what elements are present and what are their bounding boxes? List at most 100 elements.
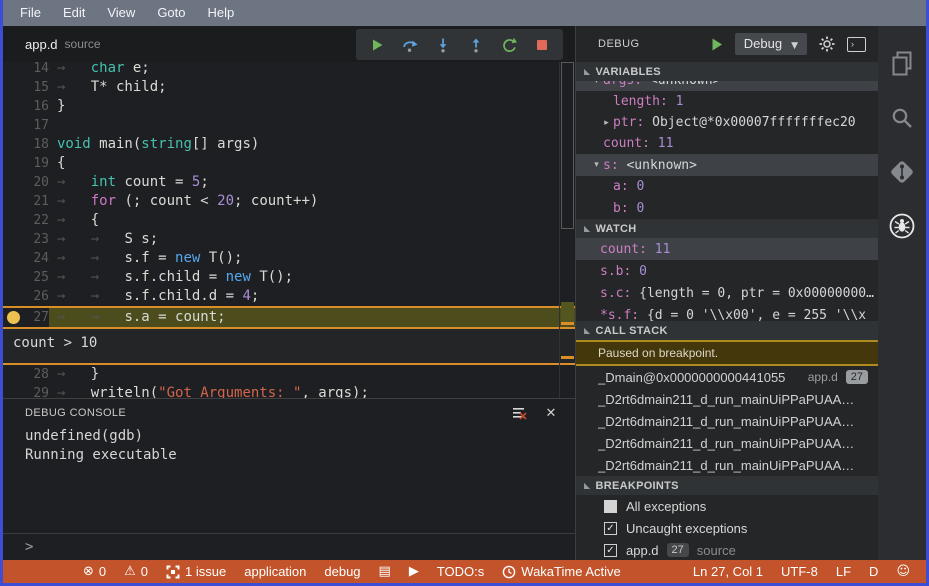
breakpoint-margin[interactable] — [3, 173, 23, 192]
code-line-16[interactable]: 16} — [3, 97, 575, 116]
open-console-icon[interactable]: › — [847, 36, 866, 52]
checkbox-checked[interactable]: ✓ — [604, 543, 617, 557]
start-debug-button[interactable] — [711, 38, 723, 51]
code-line-18[interactable]: 18 void main(string[] args) — [3, 135, 575, 154]
breakpoint-uncaught-exceptions[interactable]: ✓ Uncaught exceptions — [576, 517, 878, 539]
code-line-27[interactable]: 27 → → s.a = count; — [3, 306, 575, 329]
code-line-20[interactable]: 20 → int count = 5; — [3, 173, 575, 192]
variable-row-s[interactable]: ▾ s: <unknown> — [576, 154, 878, 176]
dub-configuration[interactable]: application — [244, 564, 306, 579]
watch-row-count[interactable]: count: 11 — [576, 238, 878, 260]
debug-console-repl-input[interactable]: > — [3, 533, 575, 560]
code-editor[interactable]: 14 → char e; 15 → T* child; 16} 17 18 void main… — [3, 62, 575, 398]
editor-scrollbar[interactable] — [559, 62, 575, 398]
watch-row-sf[interactable]: *s.f: {d = 0 '\\x00', e = 255 '\\x — [576, 304, 878, 322]
wakatime-status[interactable]: WakaTime Active — [502, 564, 621, 579]
code-line-14[interactable]: 14 → char e; — [3, 62, 575, 78]
code-line-19[interactable]: 19 { — [3, 154, 575, 173]
code-line-24[interactable]: 24 → → s.f = new T(); — [3, 249, 575, 268]
scrollbar-slider[interactable] — [561, 62, 574, 229]
breakpoint-margin[interactable] — [3, 135, 23, 154]
breakpoint-margin[interactable] — [3, 154, 23, 173]
breakpoint-margin[interactable] — [3, 287, 23, 306]
code-line-26[interactable]: 26 → → s.f.child.d = 4; — [3, 287, 575, 306]
debug-button-active[interactable] — [888, 212, 916, 240]
continue-button[interactable] — [368, 36, 386, 54]
breakpoint-margin[interactable] — [3, 230, 23, 249]
watch-row-sb[interactable]: s.b: 0 — [576, 260, 878, 282]
section-header-variables[interactable]: ◣ VARIABLES — [576, 62, 878, 81]
restart-button[interactable] — [500, 36, 518, 54]
variable-row-count[interactable]: count: 11 — [576, 133, 878, 154]
language-indicator[interactable]: D — [869, 564, 878, 579]
breakpoint-icon[interactable] — [7, 311, 20, 324]
tab-filename[interactable]: app.d — [25, 37, 58, 52]
breakpoint-margin[interactable] — [3, 97, 23, 116]
code-line-15[interactable]: 15 → T* child; — [3, 78, 575, 97]
section-header-watch[interactable]: ◣ WATCH — [576, 219, 878, 238]
menu-help[interactable]: Help — [197, 0, 246, 26]
code-line-17[interactable]: 17 — [3, 116, 575, 135]
code-line-22[interactable]: 22 → { — [3, 211, 575, 230]
breakpoint-margin[interactable] — [3, 78, 23, 97]
code-line-25[interactable]: 25 → → s.f.child = new T(); — [3, 268, 575, 287]
breakpoint-indicator[interactable] — [3, 308, 23, 327]
variable-row-a[interactable]: a: 0 — [576, 176, 878, 197]
breakpoint-margin[interactable] — [3, 249, 23, 268]
stack-frame[interactable]: _D2rt6dmain211_d_run_mainUiPPaPUAA… — [576, 388, 878, 410]
breakpoint-margin[interactable] — [3, 384, 23, 398]
source-control-button[interactable] — [888, 158, 916, 186]
code-line-29[interactable]: 29 → writeln("Got Arguments: ", args); — [3, 384, 575, 398]
configure-button[interactable] — [819, 36, 835, 52]
step-into-button[interactable] — [434, 36, 452, 54]
breakpoint-margin[interactable] — [3, 62, 23, 78]
stack-frame[interactable]: _D2rt6dmain211_d_run_mainUiPPaPUAA… — [576, 432, 878, 454]
breakpoint-appd[interactable]: ✓ app.d 27 source — [576, 539, 878, 560]
breakpoint-margin[interactable] — [3, 211, 23, 230]
menu-edit[interactable]: Edit — [52, 0, 96, 26]
variable-row-ptr[interactable]: ▸ ptr: Object@*0x00007fffffffec20 — [576, 112, 878, 133]
problems-errors[interactable]: ⊗ 0 — [83, 564, 106, 579]
stack-frame[interactable]: _D2rt6dmain211_d_run_mainUiPPaPUAA… — [576, 454, 878, 476]
cursor-position[interactable]: Ln 27, Col 1 — [693, 564, 763, 579]
watch-row-sc[interactable]: s.c: {length = 0, ptr = 0x00000000… — [576, 282, 878, 304]
breakpoint-all-exceptions[interactable]: All exceptions — [576, 495, 878, 517]
stack-frame[interactable]: _D2rt6dmain211_d_run_mainUiPPaPUAA… — [576, 410, 878, 432]
files-button[interactable] — [888, 50, 916, 78]
step-out-button[interactable] — [467, 36, 485, 54]
feedback-smiley[interactable]: ☺ — [896, 564, 910, 579]
stop-button[interactable] — [533, 36, 551, 54]
close-console-button[interactable]: ✕ — [541, 404, 561, 422]
breakpoint-margin[interactable] — [3, 192, 23, 211]
dub-build-type[interactable]: debug — [324, 564, 360, 579]
search-button[interactable] — [888, 104, 916, 132]
variable-row-length[interactable]: length: 1 — [576, 91, 878, 112]
code-line-28[interactable]: 28 → } — [3, 365, 575, 384]
checkbox-unchecked[interactable] — [604, 499, 617, 513]
todo-button[interactable]: TODO:s — [437, 564, 484, 579]
menu-view[interactable]: View — [96, 0, 146, 26]
stack-frame-dmain[interactable]: _Dmain@0x0000000000441055 app.d 27 — [576, 366, 878, 388]
breakpoint-margin[interactable] — [3, 268, 23, 287]
problems-warnings[interactable]: ⚠ 0 — [124, 564, 148, 579]
menu-goto[interactable]: Goto — [146, 0, 196, 26]
variable-row-args[interactable]: ▾args: <unknown> — [576, 81, 878, 91]
encoding-indicator[interactable]: UTF-8 — [781, 564, 818, 579]
eol-indicator[interactable]: LF — [836, 564, 851, 579]
step-over-button[interactable] — [401, 36, 419, 54]
variable-row-b[interactable]: b: 0 — [576, 197, 878, 219]
section-header-call-stack[interactable]: ◣ CALL STACK — [576, 321, 878, 340]
breakpoint-margin[interactable] — [3, 116, 23, 135]
breakpoint-condition-input[interactable]: count > 10 — [3, 329, 575, 365]
launch-config-dropdown[interactable]: Debug ▼ — [734, 33, 807, 55]
checkbox-checked[interactable]: ✓ — [604, 521, 617, 535]
section-header-breakpoints[interactable]: ◣ BREAKPOINTS — [576, 476, 878, 495]
code-line-21[interactable]: 21 → for (; count < 20; count++) — [3, 192, 575, 211]
code-line-23[interactable]: 23 → → S s; — [3, 230, 575, 249]
breakpoint-margin[interactable] — [3, 365, 23, 384]
run-button[interactable]: ▶ — [409, 564, 419, 579]
menu-file[interactable]: File — [9, 0, 52, 26]
clear-console-button[interactable] — [509, 404, 529, 422]
log-button[interactable]: ▤ — [379, 564, 391, 579]
dub-issues[interactable]: 1 issue — [166, 564, 226, 579]
